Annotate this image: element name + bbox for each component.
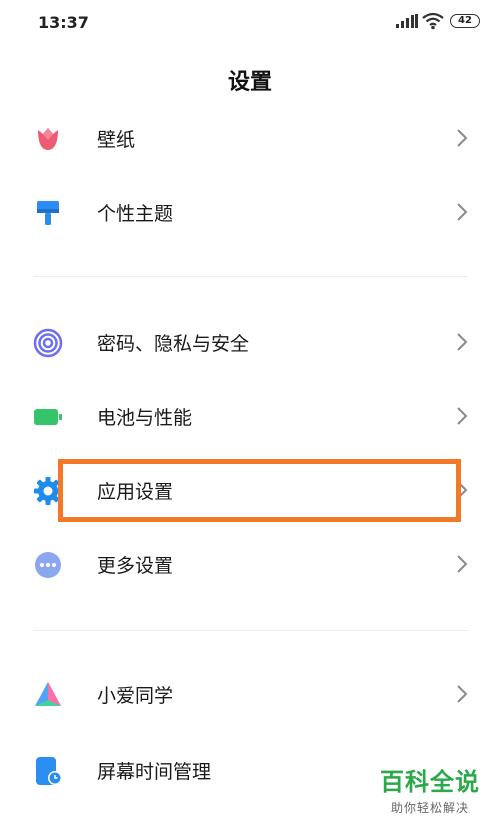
chevron-right-icon xyxy=(457,407,468,425)
tulip-icon xyxy=(38,128,58,150)
watermark-title: 百科全说 xyxy=(380,768,480,796)
settings-item-label: 电池与性能 xyxy=(97,407,193,429)
settings-item-label: 屏幕时间管理 xyxy=(97,761,212,783)
settings-item-label: 密码、隐私与安全 xyxy=(97,333,250,355)
chevron-right-icon xyxy=(457,203,468,221)
chevron-right-icon xyxy=(457,555,468,573)
settings-item-wallpaper[interactable]: 壁纸 xyxy=(0,110,500,166)
settings-item-xiaoai[interactable]: 小爱同学 xyxy=(0,666,500,722)
chevron-right-icon xyxy=(457,685,468,703)
signal-icon xyxy=(396,14,418,28)
group-divider xyxy=(33,276,468,277)
highlight-box xyxy=(58,459,461,522)
settings-item-themes[interactable]: 个性主题 xyxy=(0,184,500,240)
page-title: 设置 xyxy=(227,70,272,95)
settings-item-label: 小爱同学 xyxy=(97,685,174,707)
chevron-right-icon xyxy=(457,333,468,351)
status-time: 13:37 xyxy=(38,13,89,32)
settings-item-battery-performance[interactable]: 电池与性能 xyxy=(0,388,500,444)
settings-item-more-settings[interactable]: 更多设置 xyxy=(0,536,500,592)
wifi-icon xyxy=(422,12,444,30)
group-divider xyxy=(33,630,468,631)
battery-icon xyxy=(34,409,62,425)
more-dots-icon xyxy=(35,552,61,578)
watermark: 百科全说 助你轻松解决 xyxy=(372,762,488,816)
status-bar: 13:37 42 xyxy=(0,0,500,44)
settings-item-label: 壁纸 xyxy=(97,129,136,151)
watermark-subtitle: 助你轻松解决 xyxy=(390,801,469,815)
xiaoai-icon xyxy=(35,682,61,706)
battery-indicator: 42 xyxy=(450,14,480,28)
paintbrush-icon xyxy=(37,201,59,225)
chevron-right-icon xyxy=(457,129,468,147)
screen-time-icon xyxy=(36,757,62,785)
fingerprint-icon xyxy=(33,328,63,358)
settings-item-security[interactable]: 密码、隐私与安全 xyxy=(0,314,500,370)
settings-item-label: 更多设置 xyxy=(97,555,174,577)
settings-item-label: 个性主题 xyxy=(97,203,174,225)
